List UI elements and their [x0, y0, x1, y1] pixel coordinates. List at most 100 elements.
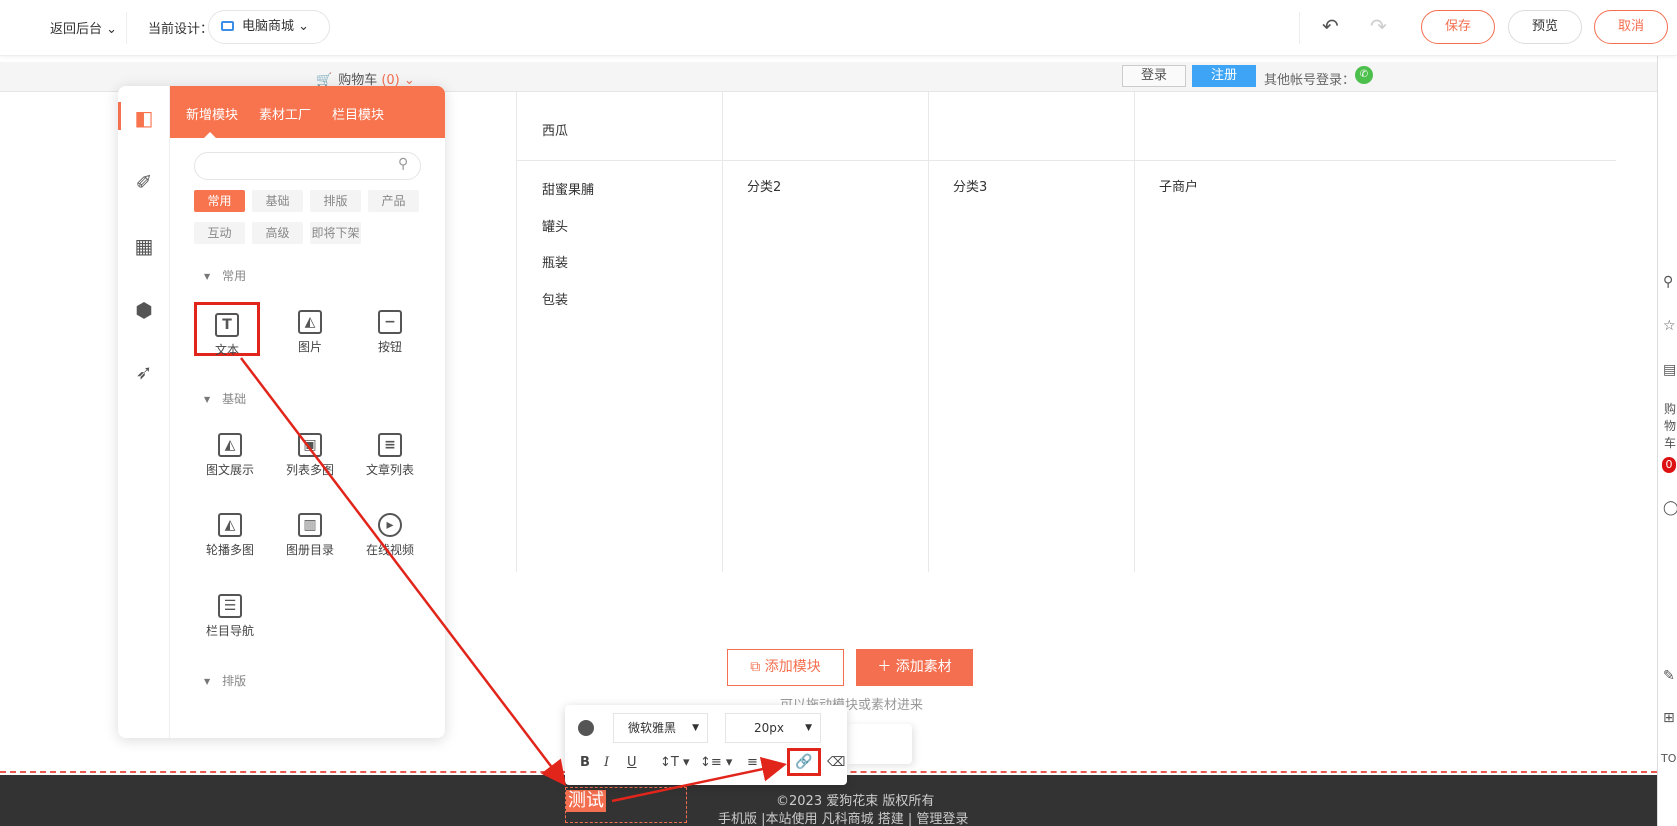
align-icon[interactable]: ≡ ▾ [747, 755, 769, 770]
module-button[interactable]: − 按钮 [357, 302, 423, 356]
footer-links[interactable]: 手机版 |本站使用 凡科商城 搭建 | 管理登录 [718, 808, 968, 826]
text-format-toolbar: 微软雅黑 ▼ 20px ▼ B I U ↕T ▾ ↕≡ ▾ ≡ ▾ 🔗 ⌫ [565, 705, 847, 785]
module-list-images[interactable]: ▣ 列表多图 [277, 425, 343, 479]
module-album[interactable]: ▥ 图册目录 [277, 505, 343, 559]
bold-button[interactable]: B [580, 755, 590, 770]
active-tab-caret [204, 132, 216, 138]
add-module-button[interactable]: ⧉ 添加模块 [727, 649, 844, 686]
panel-header: 新增模块 素材工厂 栏目模块 ✕ [170, 86, 445, 138]
eraser-icon[interactable]: ⌫ [827, 755, 845, 770]
caret-down-icon: ▼ [204, 677, 211, 686]
save-button[interactable]: 保存 [1421, 10, 1495, 44]
editor-root: 返回后台 ⌄ 当前设计： 电脑商城 ⌄ ↶ ↷ 保存 预览 取消 🛒 购物车 (0… [0, 0, 1677, 826]
chip-layout[interactable]: 排版 [310, 190, 361, 212]
grid-icon[interactable]: ⊞ [1663, 710, 1675, 726]
link-icon[interactable]: 🔗 [787, 748, 821, 776]
category-item[interactable]: 西瓜 [542, 120, 568, 139]
chip-deprecated[interactable]: 即将下架 [310, 222, 361, 244]
add-material-button[interactable]: ＋ 添加素材 [856, 649, 973, 686]
column-divider [928, 92, 929, 572]
copyright-text: ©2023 爱狗花束 版权所有 [776, 794, 935, 809]
rail-cart-char[interactable]: 车 [1664, 434, 1676, 451]
chip-product[interactable]: 产品 [368, 190, 419, 212]
monitor-icon [221, 21, 234, 31]
group-layout[interactable]: ▼ 排版 [204, 672, 246, 689]
back-to-admin-button[interactable]: 返回后台 ⌄ [50, 18, 117, 37]
group-common[interactable]: ▼ 常用 [204, 267, 246, 284]
italic-button[interactable]: I [604, 755, 609, 770]
redo-icon[interactable]: ↷ [1370, 14, 1387, 38]
letter-spacing-icon[interactable]: ↕T ▾ [660, 755, 690, 770]
edit-icon[interactable]: ✎ [1663, 668, 1675, 684]
text-module-content[interactable]: 测试 [566, 790, 606, 812]
module-image[interactable]: ◭ 图片 [277, 302, 343, 356]
module-video[interactable]: ▸ 在线视频 [357, 505, 423, 559]
chevron-down-icon: ⌄ [298, 19, 310, 34]
chevron-down-icon: ⌄ [106, 22, 118, 37]
chip-advanced[interactable]: 高级 [252, 222, 303, 244]
brush-icon[interactable]: ✐ [132, 170, 156, 194]
module-column-nav[interactable]: ☰ 栏目导航 [197, 586, 263, 640]
category-item[interactable]: 瓶装 [542, 252, 568, 271]
wechat-icon[interactable]: ✆ [1355, 66, 1373, 84]
chip-interactive[interactable]: 互动 [194, 222, 245, 244]
album-icon: ▥ [298, 513, 322, 537]
message-icon[interactable]: ▤ [1663, 362, 1676, 378]
search-icon[interactable]: ⚲ [398, 156, 408, 172]
caret-down-icon: ▼ [204, 272, 211, 281]
font-color-picker[interactable] [578, 720, 594, 736]
category-item[interactable]: 甜蜜果脯 [542, 179, 594, 198]
text-icon: T [215, 313, 239, 337]
login-button[interactable]: 登录 [1122, 65, 1186, 87]
module-carousel[interactable]: ◭ 轮播多图 [197, 505, 263, 559]
current-design-select[interactable]: 电脑商城 ⌄ [208, 10, 330, 44]
font-size-select[interactable]: 20px ▼ [725, 713, 821, 743]
rocket-icon[interactable]: ➶ [132, 360, 156, 384]
preview-button[interactable]: 预览 [1508, 10, 1582, 44]
divider [126, 12, 127, 44]
add-module-panel: ◧ ✐ ▦ ⬢ ➶ 新增模块 素材工厂 栏目模块 ✕ ⚲ 常用 基础 排版 产品… [118, 86, 445, 738]
modules-icon[interactable]: ◧ [132, 106, 156, 130]
article-icon: ≡ [378, 433, 402, 457]
user-icon[interactable]: ⚲ [1663, 274, 1673, 290]
line-height-icon[interactable]: ↕≡ ▾ [700, 755, 732, 770]
font-family-select[interactable]: 微软雅黑 ▼ [613, 713, 708, 743]
back-to-top[interactable]: TO [1661, 752, 1676, 765]
star-icon[interactable]: ☆ [1663, 318, 1676, 334]
add-module-icon: ⧉ [750, 659, 761, 675]
undo-icon[interactable]: ↶ [1322, 14, 1339, 38]
row-divider [516, 160, 1616, 161]
category-column-title[interactable]: 子商户 [1159, 176, 1198, 195]
settings-hex-icon[interactable]: ⬢ [132, 298, 156, 322]
category-item[interactable]: 罐头 [542, 216, 568, 235]
tab-material-factory[interactable]: 素材工厂 [259, 104, 311, 123]
divider [1299, 12, 1300, 44]
column-divider [516, 92, 517, 572]
register-button[interactable]: 注册 [1192, 65, 1256, 87]
cancel-button[interactable]: 取消 [1594, 10, 1668, 44]
chip-basic[interactable]: 基础 [252, 190, 303, 212]
module-search-input[interactable] [194, 152, 421, 180]
text-module-selected[interactable]: 测试 [565, 787, 687, 823]
tab-column-module[interactable]: 栏目模块 [332, 104, 384, 123]
panel-icon-rail: ◧ ✐ ▦ ⬢ ➶ [118, 86, 170, 738]
tab-new-module[interactable]: 新增模块 [186, 104, 238, 123]
module-image-text[interactable]: ◭ 图文展示 [197, 425, 263, 479]
plus-icon: ＋ [877, 659, 892, 675]
rail-cart-char[interactable]: 购 [1664, 400, 1676, 417]
module-text[interactable]: T 文本 [194, 302, 260, 357]
underline-button[interactable]: U [627, 755, 637, 770]
other-login-label: 其他帐号登录： [1264, 73, 1356, 88]
category-column-title[interactable]: 分类3 [953, 176, 987, 195]
rail-cart-char[interactable]: 物 [1664, 417, 1676, 434]
category-item[interactable]: 包装 [542, 289, 568, 308]
chip-common[interactable]: 常用 [194, 190, 245, 212]
image-icon: ◭ [298, 310, 322, 334]
module-article-list[interactable]: ≡ 文章列表 [357, 425, 423, 479]
chat-icon[interactable]: ◯ [1663, 500, 1677, 516]
group-basic[interactable]: ▼ 基础 [204, 390, 246, 407]
list-icon: ☰ [218, 594, 242, 618]
button-icon: − [378, 310, 402, 334]
category-column-title[interactable]: 分类2 [747, 176, 781, 195]
layout-icon[interactable]: ▦ [132, 234, 156, 258]
